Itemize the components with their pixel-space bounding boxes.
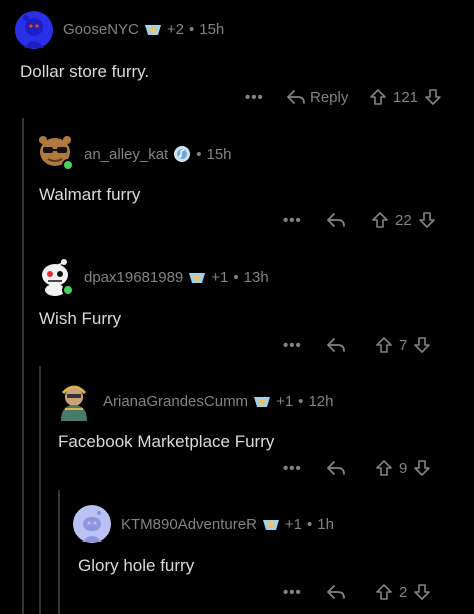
avatar[interactable] xyxy=(14,10,54,50)
award-count: +1 xyxy=(276,393,294,410)
comment-header: KTM890AdventureR +1 • 1h xyxy=(121,516,334,533)
more-options-button[interactable]: ••• xyxy=(283,337,302,354)
comment-text: Walmart furry xyxy=(39,185,141,204)
comment-text: Facebook Marketplace Furry xyxy=(58,432,275,451)
reply-button[interactable]: Reply xyxy=(286,88,348,106)
upvote-icon[interactable] xyxy=(371,211,389,229)
vote-count: 2 xyxy=(399,583,408,601)
vote-count: 121 xyxy=(393,88,419,106)
reply-icon xyxy=(326,583,346,601)
comment-text: Glory hole furry xyxy=(78,556,195,575)
username[interactable]: GooseNYC xyxy=(63,21,139,38)
vote-controls: 2 xyxy=(375,583,431,601)
downvote-icon[interactable] xyxy=(418,211,436,229)
comment-text: Wish Furry xyxy=(39,309,122,328)
vote-controls: 121 xyxy=(369,88,442,106)
reply-icon xyxy=(286,88,306,106)
comment-text: Dollar store furry. xyxy=(20,62,150,81)
award-count: +1 xyxy=(211,269,229,286)
reply-button[interactable] xyxy=(326,583,346,601)
vote-controls: 9 xyxy=(375,459,431,477)
avatar[interactable] xyxy=(53,379,95,421)
avatar[interactable] xyxy=(72,504,112,544)
award-icon xyxy=(144,23,162,37)
vote-count: 22 xyxy=(395,211,412,229)
downvote-icon[interactable] xyxy=(424,88,442,106)
award-icon xyxy=(262,518,280,532)
comment-age: 15h xyxy=(199,21,225,38)
downvote-icon[interactable] xyxy=(413,459,431,477)
reply-label: Reply xyxy=(310,88,349,106)
separator: • xyxy=(196,145,202,163)
username[interactable]: ArianaGrandesCumm xyxy=(103,393,248,410)
award-count: +2 xyxy=(166,21,184,38)
comment-header: GooseNYC +2 • 15h xyxy=(63,21,224,38)
reply-button[interactable] xyxy=(326,211,346,229)
vote-count: 9 xyxy=(399,459,408,477)
reply-icon xyxy=(326,336,346,354)
avatar[interactable] xyxy=(34,255,76,297)
award-icon xyxy=(188,271,206,285)
award-icon xyxy=(253,395,271,409)
upvote-icon[interactable] xyxy=(375,583,393,601)
comment-age: 13h xyxy=(243,269,269,286)
separator: • xyxy=(233,269,239,286)
music-badge-icon xyxy=(173,145,191,163)
downvote-icon[interactable] xyxy=(413,583,431,601)
reply-button[interactable] xyxy=(326,336,346,354)
more-options-button[interactable]: ••• xyxy=(283,212,302,229)
comment-age: 12h xyxy=(308,393,334,410)
comment-header: ArianaGrandesCumm +1 • 12h xyxy=(103,393,333,410)
vote-controls: 7 xyxy=(375,336,431,354)
username[interactable]: an_alley_kat xyxy=(84,146,168,163)
separator: • xyxy=(188,21,195,38)
more-options-button[interactable]: ••• xyxy=(245,89,264,106)
reply-icon xyxy=(326,459,346,477)
reply-button[interactable] xyxy=(326,459,346,477)
upvote-icon[interactable] xyxy=(369,88,387,106)
vote-controls: 22 xyxy=(371,211,436,229)
avatar[interactable] xyxy=(34,130,76,172)
comment-header: an_alley_kat • 15h xyxy=(84,145,232,163)
vote-count: 7 xyxy=(399,336,408,354)
thread-line-3[interactable] xyxy=(58,490,60,614)
comment-age: 15h xyxy=(206,145,232,163)
separator: • xyxy=(298,393,304,410)
separator: • xyxy=(307,516,313,533)
more-options-button[interactable]: ••• xyxy=(283,584,302,601)
award-count: +1 xyxy=(284,516,303,533)
upvote-icon[interactable] xyxy=(375,459,393,477)
comment-age: 1h xyxy=(317,516,334,533)
thread-line-2[interactable] xyxy=(39,366,41,614)
more-options-button[interactable]: ••• xyxy=(283,460,302,477)
username[interactable]: dpax19681989 xyxy=(84,269,183,286)
thread-line-1[interactable] xyxy=(22,118,24,614)
comment-header: dpax19681989 +1 • 13h xyxy=(84,269,269,286)
reply-icon xyxy=(326,211,346,229)
downvote-icon[interactable] xyxy=(413,336,431,354)
username[interactable]: KTM890AdventureR xyxy=(121,516,257,533)
upvote-icon[interactable] xyxy=(375,336,393,354)
